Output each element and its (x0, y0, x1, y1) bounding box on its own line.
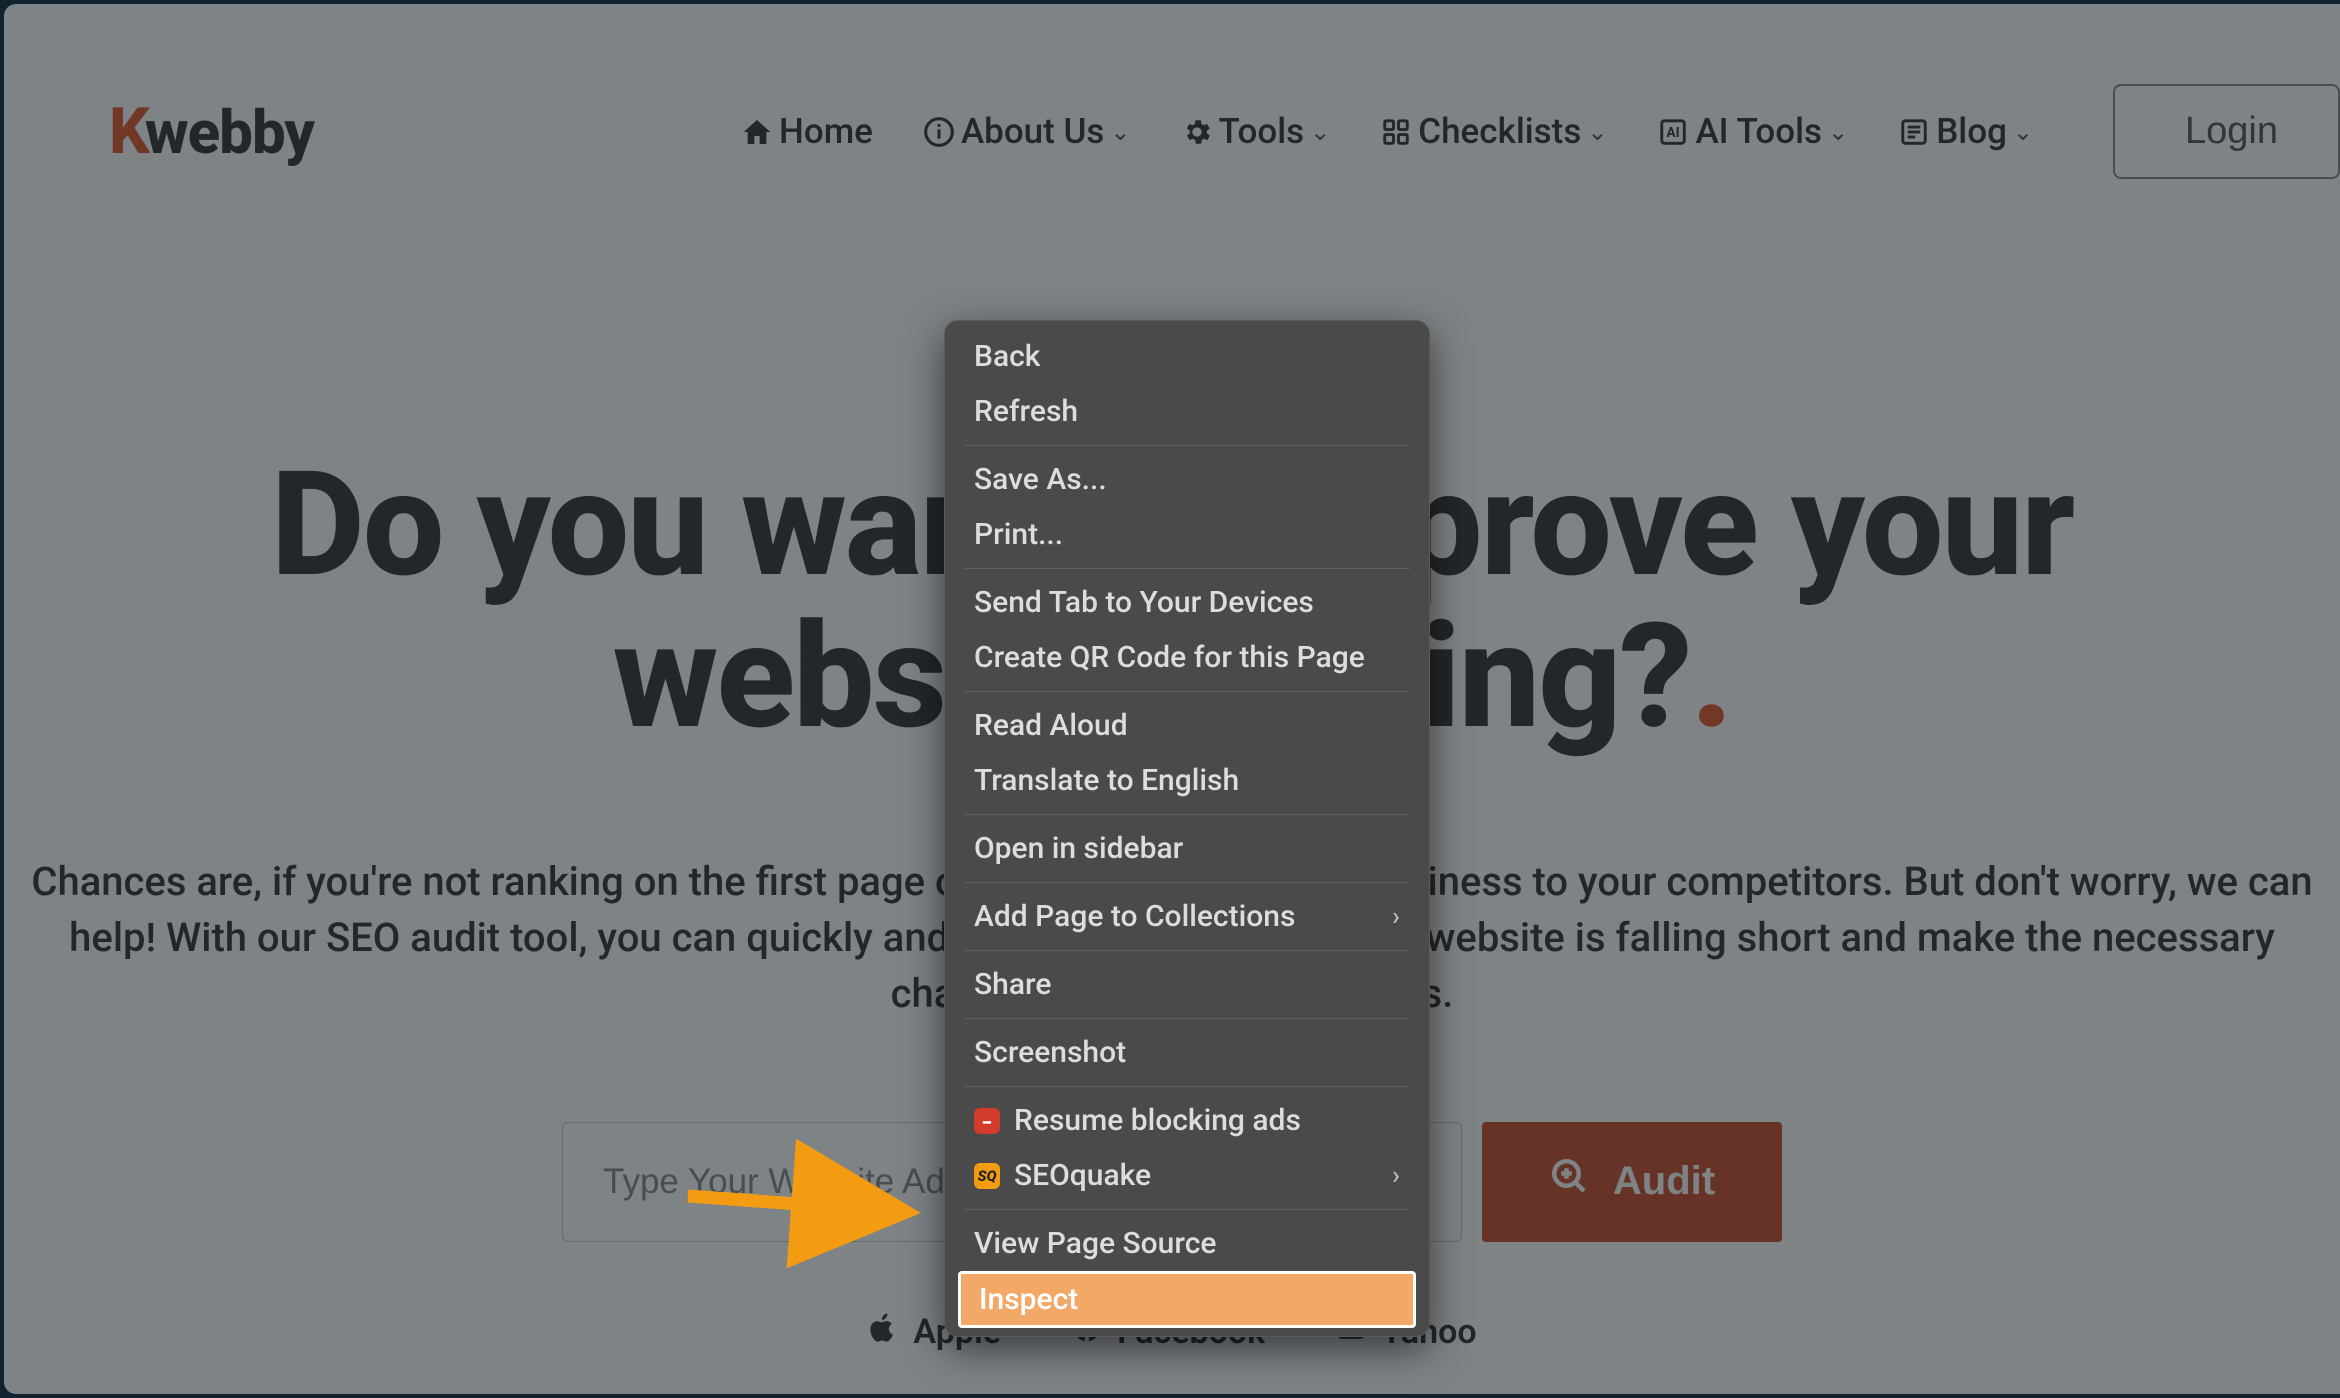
chevron-down-icon: ⌄ (2013, 118, 2033, 146)
grid-icon (1380, 116, 1412, 148)
nav-checklists-label: Checklists (1418, 111, 1581, 152)
header: Kwebby Home About Us ⌄ Tools (4, 4, 2340, 219)
cm-save-as[interactable]: Save As... (950, 452, 1424, 507)
seoquake-icon: SQ (974, 1163, 1000, 1189)
cm-create-qr[interactable]: Create QR Code for this Page (950, 630, 1424, 685)
nav-about[interactable]: About Us ⌄ (923, 111, 1131, 152)
audit-button[interactable]: Audit (1482, 1122, 1782, 1242)
cm-inspect[interactable]: Inspect (958, 1271, 1416, 1328)
nav-home[interactable]: Home (741, 111, 873, 152)
cm-translate[interactable]: Translate to English (950, 753, 1424, 808)
logo-rest: webby (145, 97, 314, 168)
chevron-right-icon: › (1392, 902, 1400, 932)
cm-print[interactable]: Print... (950, 507, 1424, 562)
svg-text:AI: AI (1667, 125, 1680, 141)
nav-home-label: Home (779, 111, 873, 152)
audit-label: Audit (1613, 1159, 1715, 1204)
info-icon (923, 116, 955, 148)
login-label: Login (2185, 110, 2278, 152)
cm-read-aloud[interactable]: Read Aloud (950, 698, 1424, 753)
logo-k: K (109, 94, 149, 169)
cm-view-source[interactable]: View Page Source (950, 1216, 1424, 1271)
cm-separator (964, 1086, 1410, 1087)
nav-blog-label: Blog (1936, 111, 2007, 152)
gear-icon (1181, 116, 1213, 148)
cm-refresh[interactable]: Refresh (950, 384, 1424, 439)
login-button[interactable]: Login (2113, 84, 2340, 179)
nav-blog[interactable]: Blog ⌄ (1898, 111, 2033, 152)
cm-seoquake[interactable]: SQ SEOquake › (950, 1148, 1424, 1203)
home-icon (741, 116, 773, 148)
cm-screenshot[interactable]: Screenshot (950, 1025, 1424, 1080)
cm-separator (964, 568, 1410, 569)
ai-icon: AI (1657, 116, 1689, 148)
cm-separator (964, 950, 1410, 951)
chevron-down-icon: ⌄ (1310, 118, 1330, 146)
cm-separator (964, 691, 1410, 692)
cm-send-tab[interactable]: Send Tab to Your Devices (950, 575, 1424, 630)
chevron-down-icon: ⌄ (1828, 118, 1848, 146)
chevron-down-icon: ⌄ (1587, 118, 1607, 146)
cm-separator (964, 1209, 1410, 1210)
hero-title-dot: . (1690, 592, 1731, 762)
arrow-annotation (688, 1170, 948, 1244)
nav-about-label: About Us (961, 111, 1104, 152)
nav-checklists[interactable]: Checklists ⌄ (1380, 111, 1607, 152)
nav: Home About Us ⌄ Tools ⌄ Checkli (741, 84, 2340, 179)
context-menu: Back Refresh Save As... Print... Send Ta… (944, 320, 1430, 1337)
blog-icon (1898, 116, 1930, 148)
logo[interactable]: Kwebby (109, 94, 314, 169)
nav-tools[interactable]: Tools ⌄ (1181, 111, 1331, 152)
apple-icon (867, 1312, 899, 1353)
cm-back[interactable]: Back (950, 329, 1424, 384)
nav-ai-tools-label: AI Tools (1695, 111, 1822, 152)
cm-separator (964, 445, 1410, 446)
cm-open-sidebar[interactable]: Open in sidebar (950, 821, 1424, 876)
nav-tools-label: Tools (1219, 111, 1305, 152)
cm-resume-ads[interactable]: Resume blocking ads (950, 1093, 1424, 1148)
chevron-down-icon: ⌄ (1110, 118, 1130, 146)
cm-share[interactable]: Share (950, 957, 1424, 1012)
cm-separator (964, 882, 1410, 883)
cm-separator (964, 1018, 1410, 1019)
cm-add-collections[interactable]: Add Page to Collections › (950, 889, 1424, 944)
cm-separator (964, 814, 1410, 815)
chevron-right-icon: › (1392, 1161, 1400, 1191)
magnify-icon (1549, 1156, 1591, 1208)
adblock-icon (974, 1108, 1000, 1134)
nav-ai-tools[interactable]: AI AI Tools ⌄ (1657, 111, 1848, 152)
